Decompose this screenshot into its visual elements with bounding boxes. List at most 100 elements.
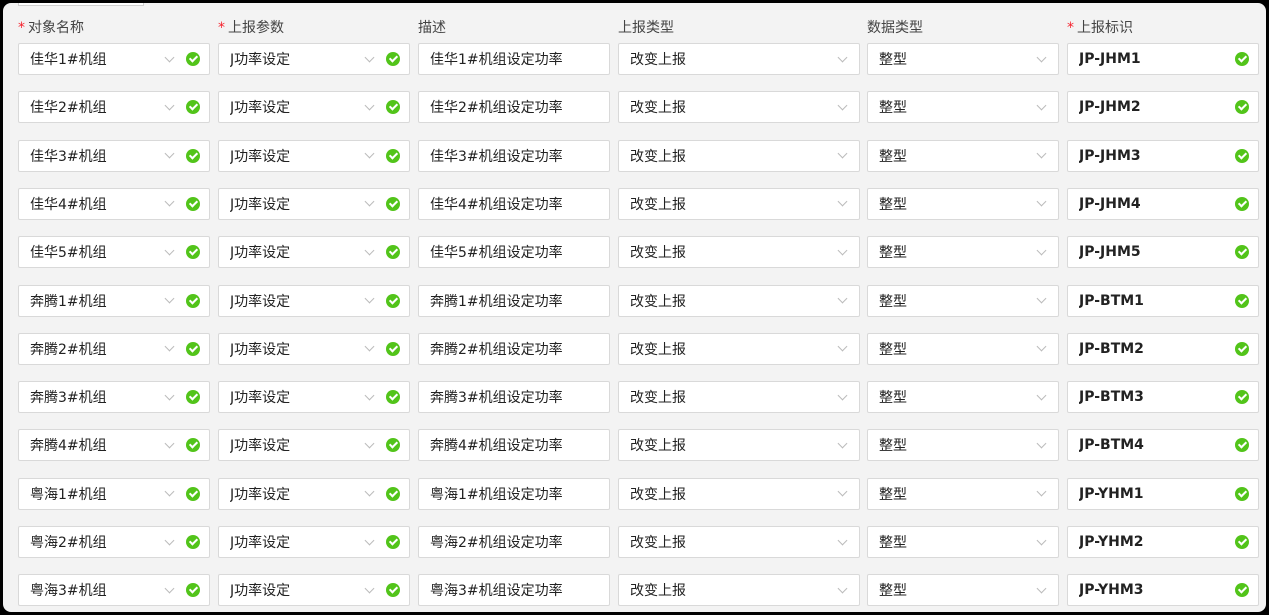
chevron-down-icon xyxy=(362,486,376,501)
description-input[interactable]: 奔腾3#机组设定功率 xyxy=(418,381,610,414)
report-type-select[interactable]: 改变上报 xyxy=(618,429,860,462)
report-tag-input[interactable]: JP-YHM1 xyxy=(1067,477,1259,510)
description-input[interactable]: 粤海2#机组设定功率 xyxy=(418,526,610,558)
data-type-select[interactable]: 整型 xyxy=(867,187,1059,220)
report-param-select[interactable]: J功率设定 xyxy=(218,574,410,607)
object-name-select[interactable]: 佳华3#机组 xyxy=(18,139,210,172)
object-name-select[interactable]: 佳华5#机组 xyxy=(18,236,210,269)
check-circle-icon xyxy=(386,486,400,501)
report-param-select[interactable]: J功率设定 xyxy=(218,526,410,558)
object-name-select[interactable]: 佳华2#机组 xyxy=(18,91,210,124)
data-type-select[interactable]: 整型 xyxy=(867,139,1059,172)
report-param-select[interactable]: J功率设定 xyxy=(218,187,410,220)
object-name-select[interactable]: 粤海1#机组 xyxy=(18,477,210,510)
report-param-select[interactable]: J功率设定 xyxy=(218,139,410,172)
report-param-select[interactable]: J功率设定 xyxy=(218,332,410,365)
object-name-value: 粤海2#机组 xyxy=(30,535,107,551)
data-type-select[interactable]: 整型 xyxy=(867,236,1059,269)
report-type-select[interactable]: 改变上报 xyxy=(618,284,860,317)
description-value: 佳华5#机组设定功率 xyxy=(430,245,563,262)
report-tag-input[interactable]: JP-JHM3 xyxy=(1067,139,1259,172)
description-input[interactable]: 佳华1#机组设定功率 xyxy=(418,43,610,75)
description-value: 奔腾1#机组设定功率 xyxy=(430,293,563,310)
report-param-select[interactable]: J功率设定 xyxy=(218,284,410,317)
data-type-select[interactable]: 整型 xyxy=(867,43,1059,75)
required-mark: * xyxy=(1067,20,1074,36)
report-type-select[interactable]: 改变上报 xyxy=(618,526,860,558)
description-input[interactable]: 粤海3#机组设定功率 xyxy=(418,574,610,607)
chevron-down-icon xyxy=(835,583,849,597)
report-tag-input[interactable]: JP-BTM4 xyxy=(1067,429,1259,462)
report-param-select[interactable]: J功率设定 xyxy=(218,43,410,75)
data-type-select[interactable]: 整型 xyxy=(867,332,1059,365)
report-type-select[interactable]: 改变上报 xyxy=(618,187,860,220)
report-tag-input[interactable]: JP-BTM1 xyxy=(1067,284,1259,317)
chevron-down-icon xyxy=(1034,148,1048,163)
description-input[interactable]: 佳华2#机组设定功率 xyxy=(418,91,610,124)
description-value: 奔腾3#机组设定功率 xyxy=(430,390,563,407)
description-input[interactable]: 佳华4#机组设定功率 xyxy=(418,187,610,220)
report-tag-input[interactable]: JP-JHM2 xyxy=(1067,91,1259,124)
object-name-select[interactable]: 佳华1#机组 xyxy=(18,43,210,75)
report-type-select[interactable]: 改变上报 xyxy=(618,43,860,75)
description-input[interactable]: 奔腾4#机组设定功率 xyxy=(418,429,610,462)
report-type-select[interactable]: 改变上报 xyxy=(618,91,860,124)
report-type-select[interactable]: 改变上报 xyxy=(618,574,860,607)
chevron-down-icon xyxy=(1034,535,1048,549)
data-type-select[interactable]: 整型 xyxy=(867,381,1059,414)
description-input[interactable]: 佳华3#机组设定功率 xyxy=(418,139,610,172)
data-type-select[interactable]: 整型 xyxy=(867,526,1059,558)
description-input[interactable]: 佳华5#机组设定功率 xyxy=(418,236,610,269)
object-name-select[interactable]: 奔腾1#机组 xyxy=(18,284,210,317)
report-tag-input[interactable]: JP-BTM3 xyxy=(1067,381,1259,414)
chevron-down-icon xyxy=(162,245,176,259)
data-type-select[interactable]: 整型 xyxy=(867,477,1059,510)
report-param-select[interactable]: J功率设定 xyxy=(218,477,410,510)
report-param-select[interactable]: J功率设定 xyxy=(218,236,410,269)
data-type-select[interactable]: 整型 xyxy=(867,91,1059,124)
object-name-select[interactable]: 奔腾3#机组 xyxy=(18,381,210,414)
object-name-select[interactable]: 奔腾2#机组 xyxy=(18,332,210,365)
chevron-down-icon xyxy=(835,148,849,163)
report-tag-input[interactable]: JP-YHM3 xyxy=(1067,574,1259,607)
report-type-select[interactable]: 改变上报 xyxy=(618,477,860,510)
report-tag-input[interactable]: JP-JHM5 xyxy=(1067,236,1259,269)
report-tag-input[interactable]: JP-YHM2 xyxy=(1067,526,1259,558)
description-value: 粤海2#机组设定功率 xyxy=(430,535,563,551)
object-name-select[interactable]: 奔腾4#机组 xyxy=(18,429,210,462)
object-name-value: 奔腾1#机组 xyxy=(30,293,107,310)
report-param-select[interactable]: J功率设定 xyxy=(218,381,410,414)
report-tag-value: JP-BTM2 xyxy=(1079,340,1144,357)
data-type-select[interactable]: 整型 xyxy=(867,429,1059,462)
report-tag-value: JP-BTM4 xyxy=(1079,437,1144,454)
check-circle-icon xyxy=(1235,293,1249,308)
report-param-select[interactable]: J功率设定 xyxy=(218,429,410,462)
table-row: 佳华4#机组 J功率设定 佳华4#机组设定功率 改变上报 整型 JP-JHM4 xyxy=(3,187,1266,220)
data-type-select[interactable]: 整型 xyxy=(867,284,1059,317)
header-data-type: 数据类型 xyxy=(867,20,923,36)
object-name-select[interactable]: 粤海3#机组 xyxy=(18,574,210,607)
report-tag-value: JP-JHM4 xyxy=(1079,195,1141,212)
description-input[interactable]: 粤海1#机组设定功率 xyxy=(418,477,610,510)
report-param-select[interactable]: J功率设定 xyxy=(218,91,410,124)
report-tag-input[interactable]: JP-BTM2 xyxy=(1067,332,1259,365)
report-type-select[interactable]: 改变上报 xyxy=(618,139,860,172)
report-type-select[interactable]: 改变上报 xyxy=(618,236,860,269)
report-tag-input[interactable]: JP-JHM4 xyxy=(1067,187,1259,220)
object-name-select[interactable]: 粤海2#机组 xyxy=(18,526,210,558)
check-circle-icon xyxy=(386,100,400,115)
object-name-select[interactable]: 佳华4#机组 xyxy=(18,187,210,220)
description-input[interactable]: 奔腾2#机组设定功率 xyxy=(418,332,610,365)
chevron-down-icon xyxy=(835,52,849,66)
report-type-select[interactable]: 改变上报 xyxy=(618,332,860,365)
table-row: 奔腾1#机组 J功率设定 奔腾1#机组设定功率 改变上报 整型 JP-BTM1 xyxy=(3,284,1266,317)
description-input[interactable]: 奔腾1#机组设定功率 xyxy=(418,284,610,317)
report-type-select[interactable]: 改变上报 xyxy=(618,381,860,414)
table-header: * 对象名称 * 上报参数 描述 上报类型 数据类型 * 上报标识 xyxy=(3,3,1266,43)
check-circle-icon xyxy=(186,583,200,598)
data-type-select[interactable]: 整型 xyxy=(867,574,1059,607)
report-type-value: 改变上报 xyxy=(630,52,686,68)
check-circle-icon xyxy=(186,100,200,115)
report-tag-input[interactable]: JP-JHM1 xyxy=(1067,43,1259,75)
description-value: 佳华3#机组设定功率 xyxy=(430,148,563,165)
